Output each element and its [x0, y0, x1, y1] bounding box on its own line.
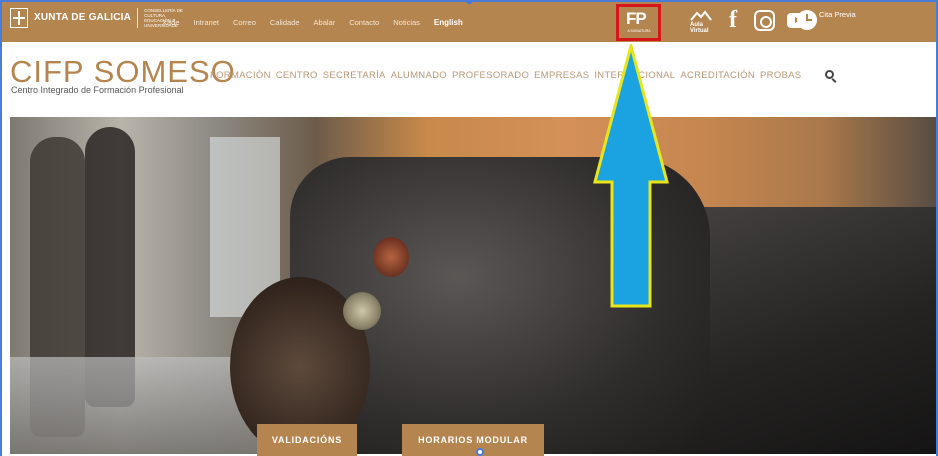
window-frame-left: [0, 0, 2, 456]
nav-item-empresas[interactable]: EMPRESAS: [534, 70, 589, 81]
aula-virtual-label: Aula Virtual: [690, 22, 709, 34]
window-resize-handle: [476, 448, 484, 456]
search-icon[interactable]: [825, 70, 834, 79]
site-subtitle: Centro Integrado de Formación Profesiona…: [11, 85, 184, 95]
cita-previa-link[interactable]: [797, 10, 817, 30]
lathe-gear: [373, 237, 409, 277]
nav-item-formacion[interactable]: FORMACIÓN: [210, 70, 271, 81]
top-link-english[interactable]: English: [434, 18, 463, 27]
nav-item-acreditacion[interactable]: ACREDITACIÓN: [680, 70, 755, 81]
cita-previa-label[interactable]: Cita Previa: [819, 11, 859, 19]
annotation-arrow-icon: [593, 44, 669, 308]
lathe-dial: [343, 292, 381, 330]
main-nav: FORMACIÓN CENTRO SECRETARÍA ALUMNADO PRO…: [210, 70, 801, 81]
nav-item-centro[interactable]: CENTRO: [276, 70, 318, 81]
clock-icon: [797, 10, 817, 30]
top-link-xade[interactable]: Xade: [162, 18, 180, 27]
top-link-calidade[interactable]: Calidade: [270, 18, 300, 27]
xunta-name: XUNTA DE GALICIA: [34, 12, 132, 23]
top-links: Xade Intranet Correo Calidade Abalar Con…: [162, 18, 463, 27]
site-title[interactable]: CIFP SOMESO: [10, 56, 236, 87]
top-link-noticias[interactable]: Noticias: [393, 18, 420, 27]
fp-logo-subtitle: A SIGNATURA: [627, 29, 651, 33]
hero-image: [10, 117, 936, 454]
nav-item-alumnado[interactable]: ALUMNADO: [391, 70, 447, 81]
validacions-button[interactable]: VALIDACIÓNS: [257, 424, 357, 456]
top-link-contacto[interactable]: Contacto: [349, 18, 379, 27]
horarios-modular-button[interactable]: HORARIOS MODULAR: [402, 424, 544, 456]
nav-item-secretaria[interactable]: SECRETARÍA: [323, 70, 386, 81]
aula-virtual-roof-icon: [690, 10, 712, 21]
facebook-icon[interactable]: f: [729, 7, 737, 34]
top-link-intranet[interactable]: Intranet: [194, 18, 219, 27]
top-link-correo[interactable]: Correo: [233, 18, 256, 27]
top-link-abalar[interactable]: Abalar: [314, 18, 336, 27]
nav-item-probas[interactable]: PROBAS: [760, 70, 801, 81]
xunta-separator: [137, 8, 139, 28]
nav-item-profesorado[interactable]: PROFESORADO: [452, 70, 529, 81]
xunta-logo-icon: [10, 8, 28, 28]
instagram-icon[interactable]: [754, 10, 775, 31]
fp-logo-icon[interactable]: FP: [626, 9, 647, 29]
aula-virtual-icon[interactable]: Aula Virtual: [690, 8, 712, 36]
